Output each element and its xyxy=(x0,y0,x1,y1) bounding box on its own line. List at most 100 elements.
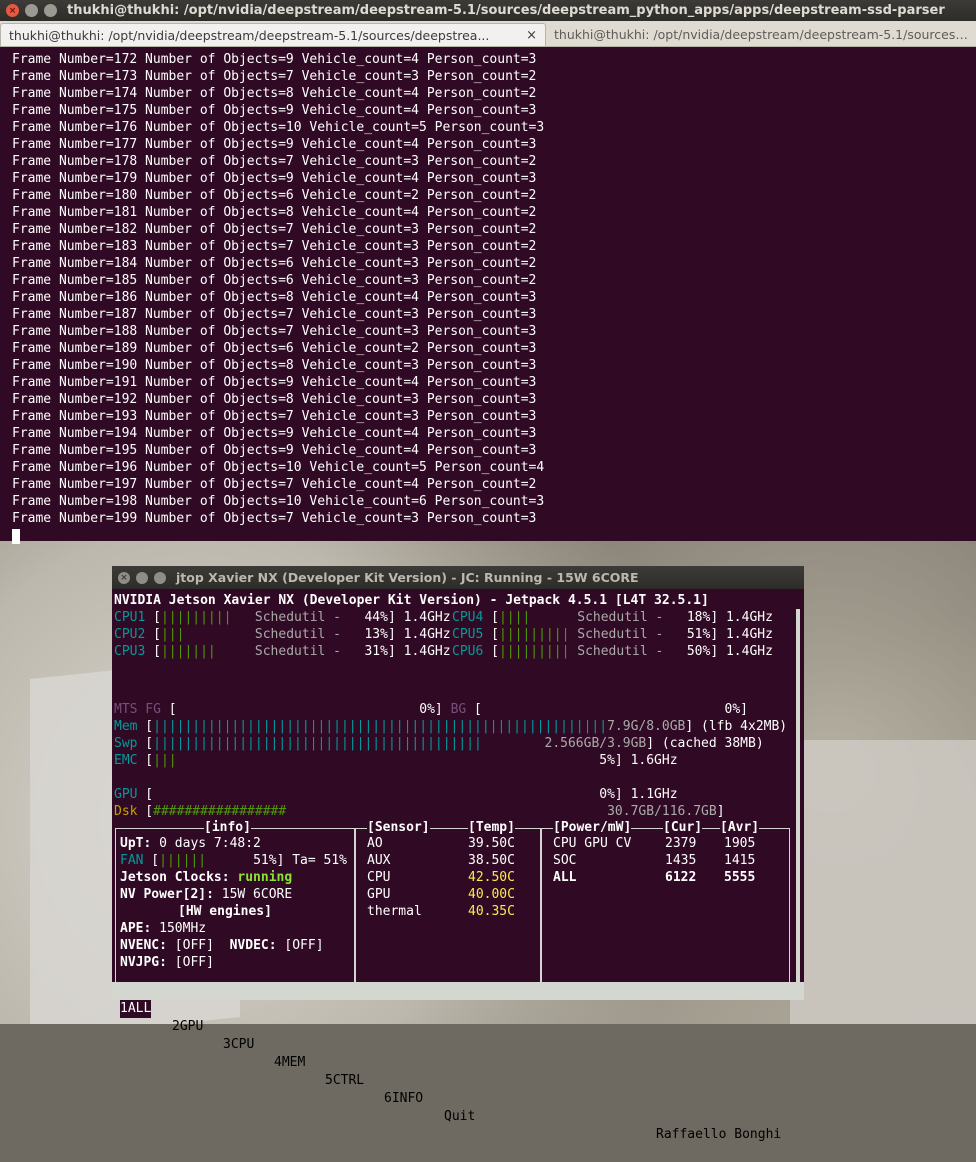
ape-value: 150MHz xyxy=(159,921,207,936)
jtop-content[interactable]: NVIDIA Jetson Xavier NX (Developer Kit V… xyxy=(112,589,804,1000)
terminal-line: Frame Number=185 Number of Objects=6 Veh… xyxy=(12,273,537,288)
jtop-window[interactable]: × jtop Xavier NX (Developer Kit Version)… xyxy=(112,566,804,1142)
uptime-value: 0 days 7:48:2 xyxy=(159,836,261,851)
cpu-row: CPU4 [|||| Schedutil - 18%] 1.4GHz xyxy=(452,610,773,625)
nvenc-label: NVENC: xyxy=(120,938,167,953)
mts-row: MTS FG [ 0%] BG [ 0%] xyxy=(114,702,748,717)
uptime-row: UpT: 0 days 7:48:2 xyxy=(120,835,261,852)
cpu-bar: |||| xyxy=(498,610,531,625)
cpu-freq: 1.4GHz xyxy=(725,644,773,659)
terminal-output[interactable]: Frame Number=172 Number of Objects=9 Veh… xyxy=(0,47,976,544)
power-name: ALL xyxy=(553,870,577,885)
sensor-name: AO xyxy=(367,836,383,851)
fan-bar: |||||| xyxy=(159,853,207,868)
jetson-clocks-label: Jetson Clocks: xyxy=(120,870,230,885)
sensor-temp: 40.00C xyxy=(468,887,515,902)
menu-label: MEM xyxy=(281,1055,306,1070)
terminal-line: Frame Number=197 Number of Objects=7 Veh… xyxy=(12,477,537,492)
terminal-line: Frame Number=173 Number of Objects=7 Veh… xyxy=(12,69,537,84)
cpu-pct: 18% xyxy=(686,610,711,625)
power-cur: 2379 xyxy=(665,836,697,851)
terminal-line: Frame Number=189 Number of Objects=6 Veh… xyxy=(12,341,537,356)
menu-tab-mem[interactable]: 4MEM xyxy=(274,1054,305,1072)
sensor-name: thermal xyxy=(367,904,422,919)
terminal-line: Frame Number=174 Number of Objects=8 Veh… xyxy=(12,86,537,101)
terminal-window[interactable]: × thukhi@thukhi: /opt/nvidia/deepstream/… xyxy=(0,0,976,544)
close-window-icon[interactable]: × xyxy=(118,571,130,584)
terminal-tab-active[interactable]: thukhi@thukhi: /opt/nvidia/deepstream/de… xyxy=(0,23,546,46)
cpu-pct: 50% xyxy=(686,644,711,659)
maximize-window-icon[interactable] xyxy=(154,571,166,584)
menu-tab-ctrl[interactable]: 5CTRL xyxy=(325,1072,364,1090)
disk-row: Dsk [################# 30.7GB/116.7GB] xyxy=(114,804,725,819)
power-cur: 1435 xyxy=(665,853,697,868)
author-credit: Raffaello Bonghi xyxy=(656,1127,782,1142)
terminal-line: Frame Number=190 Number of Objects=8 Veh… xyxy=(12,358,537,373)
menu-key: 6 xyxy=(384,1091,392,1106)
menu-tab-info[interactable]: 6INFO xyxy=(384,1090,423,1108)
close-window-icon[interactable]: × xyxy=(6,4,19,17)
gpu-freq: 1.1GHz xyxy=(630,787,678,802)
temp-title: [Temp] xyxy=(468,819,515,836)
jetson-clocks-status: running xyxy=(237,870,293,885)
cpu-pct: 13% xyxy=(364,627,388,642)
terminal-line: Frame Number=179 Number of Objects=9 Veh… xyxy=(12,171,537,186)
swap-label: Swp xyxy=(114,736,138,751)
terminal-line: Frame Number=182 Number of Objects=7 Veh… xyxy=(12,222,537,237)
cpu-row: CPU2 [||| Schedutil - 13%] 1.4GHz xyxy=(114,627,451,642)
mts-fg-pct: 0% xyxy=(419,702,435,717)
fan-label: FAN xyxy=(120,853,144,868)
terminal-tabbar: thukhi@thukhi: /opt/nvidia/deepstream/de… xyxy=(0,21,976,47)
cpu-pct: 31% xyxy=(364,644,388,659)
emc-bar: ||| xyxy=(153,753,177,768)
menu-label: GPU xyxy=(179,1019,204,1034)
nvdec-value: [OFF] xyxy=(284,938,324,953)
power-cur-title: [Cur] xyxy=(663,819,703,836)
cpu-row: CPU1 [||||||||| Schedutil - 44%] 1.4GHz xyxy=(114,610,451,625)
terminal-tab-inactive[interactable]: thukhi@thukhi: /opt/nvidia/deepstream/de… xyxy=(546,23,976,46)
menu-label: ALL xyxy=(127,1001,152,1016)
cpu-governor: Schedutil - xyxy=(577,627,664,642)
jtop-titlebar[interactable]: × jtop Xavier NX (Developer Kit Version)… xyxy=(112,566,804,589)
minimize-window-icon[interactable] xyxy=(136,571,148,584)
power-avr: 5555 xyxy=(724,870,756,885)
menu-tab-gpu[interactable]: 2GPU xyxy=(172,1018,203,1036)
terminal-titlebar[interactable]: × thukhi@thukhi: /opt/nvidia/deepstream/… xyxy=(0,0,976,21)
menu-key: 3 xyxy=(223,1037,231,1052)
terminal-line: Frame Number=194 Number of Objects=9 Veh… xyxy=(12,426,537,441)
menu-key: 5 xyxy=(325,1073,333,1088)
uptime-label: UpT: xyxy=(120,836,152,851)
mem-row: Mem [|||||||||||||||||||||||||||||||||||… xyxy=(114,719,788,734)
fan-pct: 51% xyxy=(253,853,277,868)
sensor-name: CPU xyxy=(367,870,391,885)
menu-tab-all[interactable]: 1ALL xyxy=(120,1000,152,1018)
sensor-title: [Sensor] xyxy=(367,819,430,836)
info-title: [info] xyxy=(204,819,251,836)
mem-label: Mem xyxy=(114,719,138,734)
jtop-menubar: 1ALL 2GPU 3CPU 4MEM 5CTRL 6INFO Quit Raf… xyxy=(112,982,804,1142)
tab-close-icon[interactable]: × xyxy=(526,28,537,43)
sensor-name: GPU xyxy=(367,887,391,902)
swap-bar: ||||||||||||||||||||||||||||||||||||||||… xyxy=(153,736,482,751)
cpu-label: CPU4 xyxy=(452,610,484,625)
fan-row: FAN [|||||| 51%] Ta= 51% xyxy=(120,853,348,868)
ape-label: APE: xyxy=(120,921,152,936)
terminal-line: Frame Number=175 Number of Objects=9 Veh… xyxy=(12,103,537,118)
menu-quit[interactable]: Quit xyxy=(444,1108,475,1126)
terminal-line: Frame Number=181 Number of Objects=8 Veh… xyxy=(12,205,537,220)
power-avr-title: [Avr] xyxy=(720,819,760,836)
maximize-window-icon[interactable] xyxy=(44,4,57,17)
emc-row: EMC [||| 5%] 1.6GHz xyxy=(114,753,678,768)
cpu-governor: Schedutil - xyxy=(254,644,341,659)
fan-ta: Ta= 51% xyxy=(292,853,348,868)
gpu-row: GPU [ 0%] 1.1GHz xyxy=(114,787,678,802)
menu-label: CTRL xyxy=(332,1073,365,1088)
minimize-window-icon[interactable] xyxy=(25,4,38,17)
cpu-freq: 1.4GHz xyxy=(403,610,451,625)
scrollbar[interactable] xyxy=(796,609,800,999)
menu-label: CPU xyxy=(230,1037,255,1052)
menu-label: INFO xyxy=(391,1091,424,1106)
power-avr: 1415 xyxy=(724,853,756,868)
menu-tab-cpu[interactable]: 3CPU xyxy=(223,1036,254,1054)
terminal-title: thukhi@thukhi: /opt/nvidia/deepstream/de… xyxy=(67,3,945,18)
